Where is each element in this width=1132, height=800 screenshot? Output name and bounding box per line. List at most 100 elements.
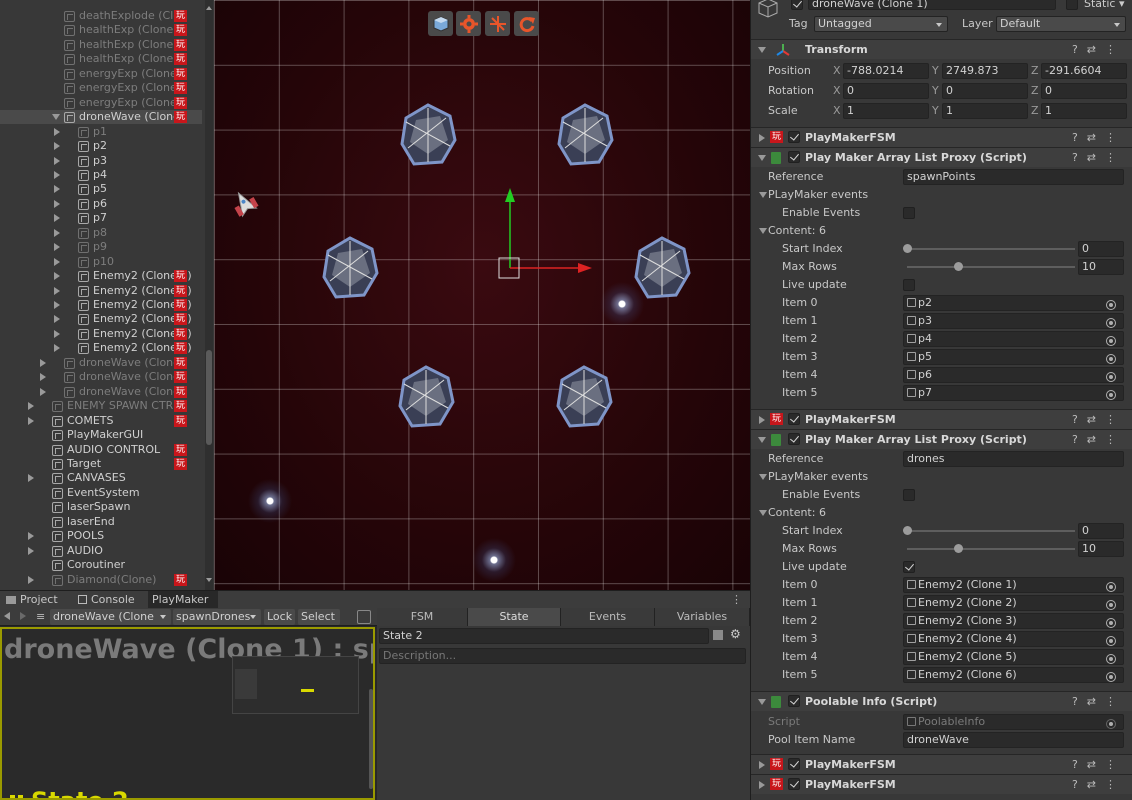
object-reference-field[interactable]: Enemy2 (Clone 2) <box>903 595 1124 611</box>
move-gizmo[interactable] <box>494 180 594 290</box>
tab-state[interactable]: State <box>468 608 561 626</box>
tag-dropdown[interactable]: Untagged <box>814 16 948 32</box>
hierarchy-item[interactable]: laserEnd <box>0 515 202 529</box>
fsm-graph-view[interactable]: droneWave (Clone 1) : spawnDrones State … <box>0 627 375 800</box>
tab-playmaker[interactable]: PlayMaker <box>148 591 218 609</box>
hierarchy-item[interactable]: energyExp (Clone 1) 玩 <box>0 67 202 81</box>
expand-arrow-icon[interactable] <box>28 546 34 555</box>
position-z-field[interactable]: -291.6604 <box>1041 63 1127 79</box>
object-reference-field[interactable]: Enemy2 (Clone 1) <box>903 577 1124 593</box>
hierarchy-item[interactable]: energyExp (Clone 2) 玩 <box>0 81 202 95</box>
list-icon[interactable]: ≡ <box>36 610 45 623</box>
hierarchy-item[interactable]: laserSpawn <box>0 500 202 514</box>
hierarchy-item[interactable]: droneWave (Clone 2) 玩 <box>0 356 202 370</box>
max-rows-slider[interactable] <box>907 544 1075 553</box>
minimap[interactable] <box>232 656 359 714</box>
hierarchy-item[interactable]: EventSystem <box>0 486 202 500</box>
hierarchy-item[interactable]: healthExp (Clone 1) 玩 <box>0 23 202 37</box>
component-enabled-checkbox[interactable] <box>788 131 800 143</box>
object-reference-field[interactable]: Enemy2 (Clone 3) <box>903 613 1124 629</box>
object-reference-field[interactable]: Enemy2 (Clone 6) <box>903 667 1124 683</box>
component-enabled-checkbox[interactable] <box>788 433 800 445</box>
component-enabled-checkbox[interactable] <box>788 151 800 163</box>
scale-z-field[interactable]: 1 <box>1041 103 1127 119</box>
object-reference-field[interactable]: p4 <box>903 331 1124 347</box>
collapse-arrow-icon[interactable] <box>759 474 767 480</box>
playmakerfsm-header[interactable]: 玩 PlayMakerFSM ?⇄⋮ <box>751 754 1132 774</box>
collapse-arrow-icon[interactable] <box>759 510 767 516</box>
rotation-x-field[interactable]: 0 <box>843 83 929 99</box>
hierarchy-item[interactable]: droneWave (Clone 3) 玩 <box>0 370 202 384</box>
expand-arrow-icon[interactable] <box>54 127 60 136</box>
move-tool-icon[interactable] <box>485 11 510 36</box>
object-picker-icon[interactable] <box>1106 300 1116 310</box>
expand-arrow-icon[interactable] <box>54 272 60 281</box>
object-picker-icon[interactable] <box>1106 618 1116 628</box>
settings-gear-icon[interactable]: ⚙ <box>730 627 741 641</box>
expand-arrow-icon[interactable] <box>54 286 60 295</box>
expand-arrow-icon[interactable] <box>54 315 60 324</box>
expand-arrow-icon[interactable] <box>759 134 765 142</box>
hierarchy-item[interactable]: Target 玩 <box>0 457 202 471</box>
expand-arrow-icon[interactable] <box>28 416 34 425</box>
enemy-drone[interactable] <box>555 102 615 168</box>
object-reference-field[interactable]: Enemy2 (Clone 4) <box>903 631 1124 647</box>
component-header-icons[interactable]: ?⇄⋮ <box>1072 128 1125 147</box>
expand-arrow-icon[interactable] <box>54 214 60 223</box>
expand-arrow-icon[interactable] <box>54 185 60 194</box>
minimap-toggle-icon[interactable] <box>357 610 371 624</box>
expand-arrow-icon[interactable] <box>28 402 34 411</box>
tab-variables[interactable]: Variables <box>655 608 750 626</box>
gear-tool-icon[interactable] <box>456 11 481 36</box>
graph-scrollbar[interactable] <box>369 689 373 789</box>
hierarchy-item[interactable]: p8 <box>0 226 202 240</box>
start-index-field[interactable]: 0 <box>1078 523 1124 539</box>
collapse-arrow-icon[interactable] <box>758 437 766 443</box>
enemy-drone[interactable] <box>398 102 458 168</box>
tab-console[interactable]: Console <box>74 591 144 609</box>
fsm-selector[interactable]: spawnDrones <box>173 609 261 625</box>
hierarchy-item[interactable]: p10 <box>0 255 202 269</box>
select-button[interactable]: Select <box>298 609 340 625</box>
hierarchy-item[interactable]: CANVASES <box>0 471 202 485</box>
object-picker-icon[interactable] <box>1106 600 1116 610</box>
rotation-y-field[interactable]: 0 <box>942 83 1028 99</box>
hierarchy-item[interactable]: Enemy2 (Clone 4) 玩 <box>0 312 202 326</box>
max-rows-field[interactable]: 10 <box>1078 259 1124 275</box>
start-index-slider[interactable] <box>903 526 1075 535</box>
enemy-drone[interactable] <box>396 364 456 430</box>
object-picker-icon[interactable] <box>1106 672 1116 682</box>
hierarchy-item[interactable]: droneWave (Clone 1) 玩 <box>0 110 202 125</box>
component-header-icons[interactable]: ?⇄⋮ <box>1072 755 1125 774</box>
component-header-icons[interactable]: ?⇄⋮ <box>1072 430 1125 449</box>
hierarchy-item[interactable]: PlayMakerGUI <box>0 428 202 442</box>
playmakerfsm-header[interactable]: 玩 PlayMakerFSM ?⇄⋮ <box>751 127 1132 147</box>
expand-arrow-icon[interactable] <box>28 474 34 483</box>
expand-arrow-icon[interactable] <box>54 257 60 266</box>
component-enabled-checkbox[interactable] <box>788 758 800 770</box>
collapse-arrow-icon[interactable] <box>759 192 767 198</box>
expand-arrow-icon[interactable] <box>54 243 60 252</box>
collapse-arrow-icon[interactable] <box>758 47 766 53</box>
hierarchy-item[interactable]: healthExp (Clone 2) 玩 <box>0 38 202 52</box>
object-reference-field[interactable]: p3 <box>903 313 1124 329</box>
forward-arrow-icon[interactable] <box>20 612 26 620</box>
script-component-header[interactable]: Poolable Info (Script) ?⇄⋮ <box>751 691 1132 711</box>
hierarchy-item[interactable]: healthExp (Clone 3) 玩 <box>0 52 202 66</box>
script-component-header[interactable]: Play Maker Array List Proxy (Script) ?⇄⋮ <box>751 147 1132 167</box>
state-name-field[interactable]: State 2 <box>379 628 709 644</box>
state-node-label[interactable]: State 2 <box>10 787 129 798</box>
hierarchy-item[interactable]: POOLS <box>0 529 202 543</box>
object-selector[interactable]: droneWave (Clone 1) <box>50 609 171 639</box>
component-enabled-checkbox[interactable] <box>788 413 800 425</box>
enable-events-checkbox[interactable] <box>903 207 915 219</box>
expand-arrow-icon[interactable] <box>759 761 765 769</box>
active-checkbox[interactable] <box>791 0 803 10</box>
events-foldout[interactable]: PLayMaker events <box>751 468 1132 486</box>
component-header-icons[interactable]: ?⇄⋮ <box>1072 148 1125 167</box>
collapse-arrow-icon[interactable] <box>758 155 766 161</box>
scrollbar-thumb[interactable] <box>206 350 212 445</box>
expand-arrow-icon[interactable] <box>759 416 765 424</box>
hierarchy-item[interactable]: p5 <box>0 182 202 196</box>
static-checkbox[interactable] <box>1066 0 1078 10</box>
